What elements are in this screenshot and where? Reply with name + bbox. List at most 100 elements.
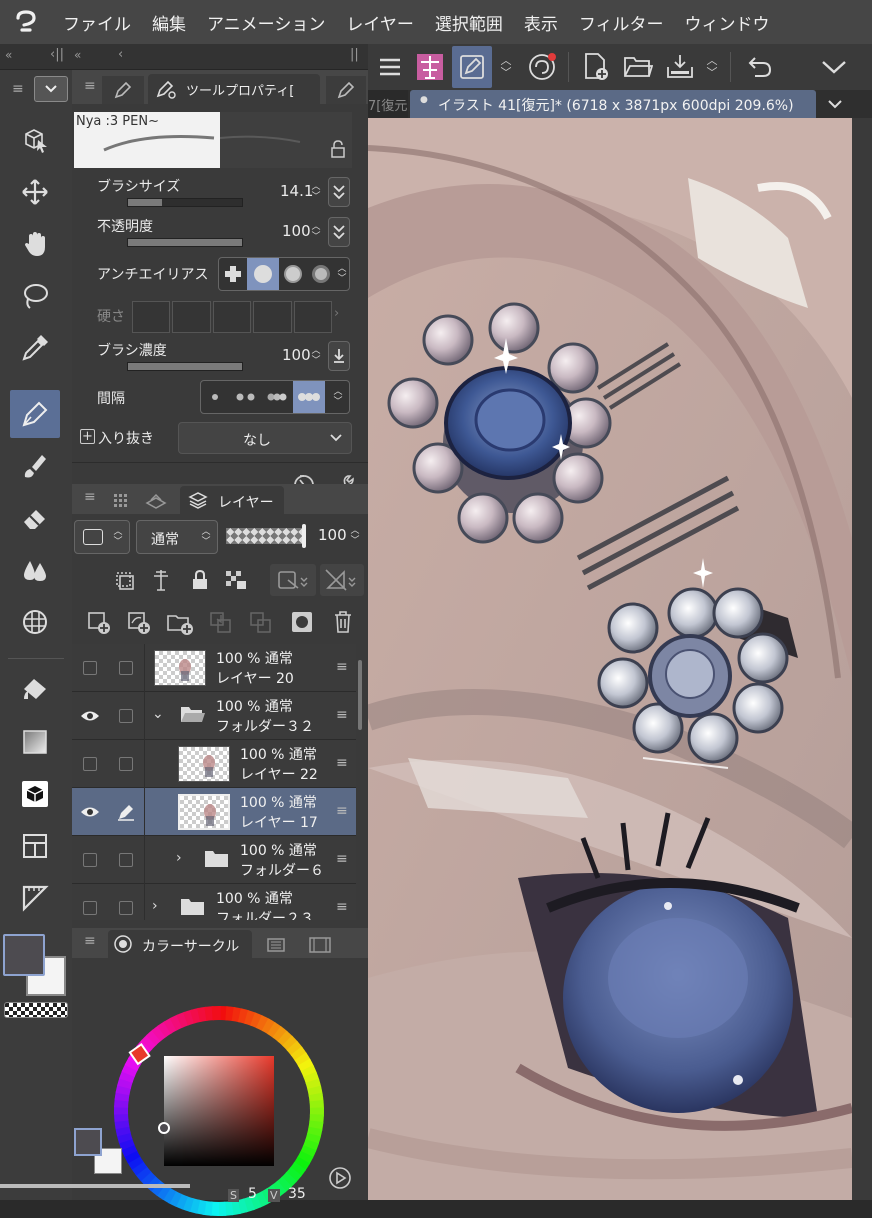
hand-tool-icon[interactable] [10, 220, 60, 268]
spacing-normal-icon[interactable] [229, 381, 263, 413]
layer-color-mode-dropdown[interactable]: ︿﹀ [74, 520, 130, 554]
eye-icon[interactable] [80, 706, 100, 726]
spacing-stepper[interactable]: ︿﹀ [331, 387, 345, 407]
object-select-tool-icon[interactable] [10, 116, 60, 164]
tool-property-tab[interactable]: ツールプロパティ[ [148, 74, 320, 104]
layer-row[interactable]: ›100 % 通常フォルダー６≡ [72, 836, 356, 884]
new-document-icon[interactable] [576, 46, 616, 88]
blend-mode-stepper[interactable]: ︿﹀ [199, 527, 213, 547]
lock-transparent-pixels-icon[interactable] [224, 569, 248, 591]
visibility-checkbox[interactable] [80, 898, 100, 918]
delete-layer-icon[interactable] [332, 609, 354, 635]
sub-tool-detail-tab-icon[interactable] [326, 76, 366, 104]
panel-main-color-swatch[interactable] [74, 1128, 102, 1156]
menu-item-window[interactable]: ウィンドウ [674, 10, 780, 35]
sv-picker-handle[interactable] [158, 1122, 170, 1134]
document-tab-active[interactable]: ● イラスト 41[復元]* (6718 x 3871px 600dpi 209… [410, 90, 816, 118]
3d-object-tool-icon[interactable] [10, 770, 60, 818]
opacity-value[interactable]: 100 [282, 222, 311, 240]
blend-mode-dropdown[interactable]: 通常 ︿﹀ [136, 520, 218, 554]
hardness-level-3[interactable] [213, 301, 251, 333]
menu-item-selection[interactable]: 選択範囲 [424, 10, 513, 35]
color-set-tab-icon[interactable] [258, 932, 294, 958]
main-color-swatch[interactable] [3, 934, 45, 976]
fill-tool-icon[interactable] [10, 666, 60, 714]
document-tab-previous[interactable]: 7[復元 [368, 90, 408, 118]
panel-resize-handle-icon[interactable]: || [350, 47, 359, 62]
color-circle-tab[interactable]: カラーサークル [108, 930, 252, 958]
visibility-checkbox[interactable] [80, 658, 100, 678]
sub-tool-tab-icon[interactable] [102, 76, 144, 104]
layer-opacity-value[interactable]: 100 [318, 526, 347, 544]
layer-drag-handle-icon[interactable]: ≡ [336, 851, 348, 867]
density-download-button[interactable] [328, 341, 350, 371]
frame-tool-icon[interactable] [10, 822, 60, 870]
hamburger-icon[interactable]: ≡ [84, 489, 96, 505]
mask-enable-button[interactable] [270, 564, 316, 596]
antialias-strong-icon[interactable] [307, 258, 335, 290]
reference-layer-icon[interactable] [150, 568, 172, 592]
menu-item-edit[interactable]: 編集 [141, 10, 196, 35]
hardness-level-4[interactable] [253, 301, 291, 333]
transparent-color-button[interactable] [4, 1002, 68, 1018]
chevron-left-icon[interactable]: ‹ [118, 47, 123, 62]
antialias-selector[interactable]: ︿﹀ [218, 257, 350, 291]
transfer-to-lower-layer-icon[interactable] [208, 610, 234, 636]
edit-target-checkbox[interactable] [116, 706, 136, 726]
layer-property-tab-icon[interactable] [138, 488, 174, 514]
antialias-none-icon[interactable] [219, 258, 247, 290]
layer-row[interactable]: 100 % 通常レイヤー 20≡ [72, 644, 356, 692]
save-icon[interactable] [660, 46, 700, 88]
edit-target-checkbox[interactable] [116, 658, 136, 678]
layer-row[interactable]: ›100 % 通常フォルダー２３≡ [72, 884, 356, 920]
ruler-display-button[interactable] [320, 564, 364, 596]
density-stepper[interactable]: ︿﹀ [309, 346, 323, 366]
chevron-down-icon[interactable]: ⌄ [152, 706, 164, 722]
new-raster-layer-icon[interactable] [86, 610, 112, 636]
spacing-wide-icon[interactable] [201, 381, 229, 413]
ruler-tool-icon[interactable] [10, 874, 60, 922]
layer-color-stepper[interactable]: ︿﹀ [111, 527, 125, 547]
open-folder-icon[interactable] [618, 46, 658, 88]
collapse-left-icon[interactable]: « [5, 48, 12, 62]
menu-item-layer[interactable]: レイヤー [335, 10, 424, 35]
edit-target-checkbox[interactable] [116, 754, 136, 774]
menu-item-view[interactable]: 表示 [513, 10, 568, 35]
layer-drag-handle-icon[interactable]: ≡ [336, 755, 348, 771]
canvas[interactable] [368, 118, 852, 1200]
snap-to-ruler-icon[interactable] [452, 46, 492, 88]
timeline-tab-icon[interactable] [300, 932, 340, 958]
antialias-medium-icon[interactable] [279, 258, 307, 290]
opacity-stepper[interactable]: ︿﹀ [309, 222, 323, 242]
spacing-fixed-icon[interactable] [293, 381, 325, 413]
new-folder-icon[interactable] [166, 610, 194, 636]
opacity-dropdown-button[interactable] [328, 217, 350, 247]
layer-row[interactable]: 100 % 通常レイヤー 17≡ [72, 788, 356, 836]
clip-to-layer-below-icon[interactable] [114, 570, 136, 592]
toolbar-expand-chevron-icon[interactable] [814, 46, 854, 88]
visibility-checkbox[interactable] [80, 850, 100, 870]
figure-ruler-tool-icon[interactable] [10, 598, 60, 646]
layer-opacity-slider[interactable] [226, 528, 306, 544]
move-tool-icon[interactable] [10, 168, 60, 216]
density-value[interactable]: 100 [282, 346, 311, 364]
hamburger-icon[interactable]: ≡ [12, 81, 24, 97]
new-vector-layer-icon[interactable] [126, 610, 152, 636]
collapse-double-icon[interactable]: « [74, 48, 81, 62]
antialias-stepper[interactable]: ︿﹀ [335, 264, 349, 290]
toolbar-stepper[interactable]: ︿﹀ [494, 46, 518, 88]
antialias-weak-icon[interactable] [247, 258, 279, 290]
undo-icon[interactable] [740, 46, 780, 88]
eye-icon[interactable] [80, 802, 100, 822]
create-layer-mask-icon[interactable] [290, 610, 314, 634]
hamburger-icon[interactable]: ≡ [84, 933, 96, 949]
saturation-value-square[interactable] [164, 1056, 274, 1166]
menu-item-file[interactable]: ファイル [52, 10, 141, 35]
combine-to-layer-below-icon[interactable] [248, 610, 274, 636]
layer-row[interactable]: ⌄100 % 通常フォルダー３２≡ [72, 692, 356, 740]
spacing-narrow-icon[interactable] [263, 381, 293, 413]
eyedropper-tool-icon[interactable] [10, 324, 60, 372]
density-slider[interactable] [127, 362, 243, 371]
chevron-right-icon[interactable]: › [152, 898, 158, 914]
layer-tab[interactable]: レイヤー [180, 486, 284, 514]
